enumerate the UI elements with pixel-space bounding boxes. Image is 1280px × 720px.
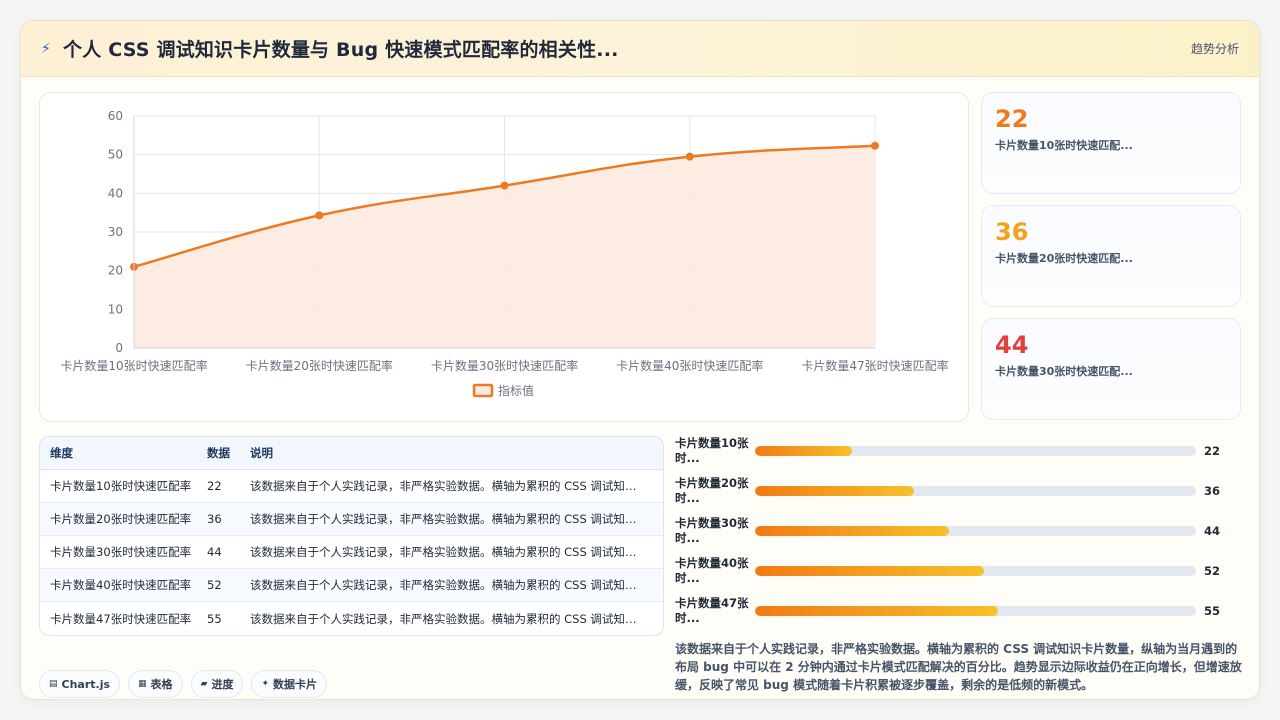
page-title: 个人 CSS 调试知识卡片数量与 Bug 快速模式匹配率的相关性... [63, 39, 619, 61]
chart-icon: ▤ [49, 679, 58, 689]
x-tick-label: 卡片数量20张时快速匹配率 [246, 358, 393, 373]
legend-label: 指标值 [498, 383, 534, 398]
stat-card: 44 卡片数量30张时快速匹配... [981, 318, 1241, 420]
y-tick-label: 0 [115, 341, 123, 355]
progress-track [755, 486, 1196, 496]
progress-fill [755, 486, 914, 496]
progress-fill [755, 446, 853, 456]
sparkle-icon: ✦ [261, 679, 270, 689]
tag-folder[interactable]: ▰ 进度 [190, 670, 244, 698]
stat-label: 卡片数量20张时快速匹配... [995, 252, 1133, 265]
progress-label: 卡片数量30张时... [675, 516, 749, 545]
tag-label: 进度 [211, 678, 234, 691]
stat-value: 22 [995, 105, 1029, 133]
progress-label: 卡片数量40张时... [675, 556, 749, 585]
table-cell-note: 该数据来自于个人实践记录，非严格实验数据。横轴为累积的 CSS 调试知识卡片数量… [250, 545, 663, 559]
table-cell-note: 该数据来自于个人实践记录，非严格实验数据。横轴为累积的 CSS 调试知识卡片数量… [250, 611, 663, 626]
y-tick-label: 20 [108, 264, 123, 278]
y-tick-label: 30 [108, 225, 123, 239]
tag-sparkle[interactable]: ✦ 数据卡片 [251, 670, 328, 698]
tag-chart[interactable]: ▤ Chart.js [39, 670, 121, 698]
tag-label: Chart.js [61, 677, 111, 691]
stat-label: 卡片数量10张时快速匹配... [995, 139, 1133, 152]
progress-fill [755, 566, 985, 576]
data-point [315, 211, 324, 220]
stat-card: 22 卡片数量10张时快速匹配... [981, 92, 1241, 194]
tag-list: ▤ Chart.js ▦ 表格 ▰ 进度 ✦ 数据卡片 [39, 670, 328, 698]
tag-label: 表格 [150, 678, 173, 691]
y-tick-label: 10 [108, 302, 123, 316]
progress-track [755, 446, 1196, 456]
progress-track [755, 566, 1196, 576]
progress-value: 55 [1204, 604, 1221, 618]
stat-label: 卡片数量30张时快速匹配... [995, 365, 1133, 378]
y-tick-label: 60 [108, 109, 123, 123]
table-cell-note: 该数据来自于个人实践记录，非严格实验数据。横轴为累积的 CSS 调试知识卡片数量… [250, 512, 663, 526]
table-cell-value: 55 [207, 611, 222, 626]
stat-value: 44 [995, 331, 1029, 359]
stat-card: 36 卡片数量20张时快速匹配... [981, 205, 1241, 307]
title-wrap: ⚡ 个人 CSS 调试知识卡片数量与 Bug 快速模式匹配率的相关性... [41, 35, 619, 62]
table-header-note: 说明 [250, 446, 273, 460]
progress-list: 卡片数量10张时... 22 卡片数量20张时... 36 卡片数量30张时... 44 卡… [675, 436, 1245, 636]
table-row: 卡片数量20张时快速匹配率 36 该数据来自于个人实践记录，非严格实验数据。横轴为累… [40, 503, 663, 536]
progress-value: 22 [1204, 444, 1221, 458]
data-point [500, 181, 509, 190]
progress-label: 卡片数量47张时... [675, 596, 749, 625]
chart-card: 0 10 20 30 40 50 60 卡片数量10张时快速匹配率 卡片数量20张时快速匹配率 卡… [39, 92, 969, 422]
progress-row: 卡片数量40张时... 52 [675, 556, 1245, 596]
table-header-dimension: 维度 [50, 446, 73, 460]
stat-value: 36 [995, 218, 1029, 246]
progress-value: 44 [1204, 524, 1221, 538]
description-text: 该数据来自于个人实践记录，非严格实验数据。横轴为累积的 CSS 调试知识卡片数量… [675, 642, 1242, 692]
table-row: 卡片数量10张时快速匹配率 22 该数据来自于个人实践记录，非严格实验数据。横轴为累… [40, 470, 663, 503]
x-tick-label: 卡片数量10张时快速匹配率 [60, 358, 207, 373]
progress-row: 卡片数量47张时... 55 [675, 596, 1245, 636]
table-cell-dimension: 卡片数量40张时快速匹配率 [50, 578, 192, 592]
data-point [871, 141, 879, 150]
table-cell-dimension: 卡片数量47张时快速匹配率 [50, 611, 192, 626]
table-cell-value: 52 [207, 578, 222, 592]
progress-row: 卡片数量20张时... 36 [675, 476, 1245, 516]
progress-fill [755, 606, 998, 616]
y-tick-label: 40 [108, 186, 123, 200]
progress-fill [755, 526, 950, 536]
progress-track [755, 606, 1196, 616]
table-header-value: 数据 [207, 446, 230, 460]
progress-label: 卡片数量10张时... [675, 436, 749, 465]
table-cell-value: 36 [207, 512, 222, 526]
lightning-icon: ⚡ [41, 40, 51, 57]
folder-icon: ▰ [200, 679, 208, 689]
header: ⚡ 个人 CSS 调试知识卡片数量与 Bug 快速模式匹配率的相关性... 趋势… [21, 21, 1259, 77]
table-cell-dimension: 卡片数量20张时快速匹配率 [50, 512, 192, 526]
tag-table[interactable]: ▦ 表格 [128, 670, 183, 698]
data-point [685, 152, 694, 161]
legend-swatch [472, 383, 494, 398]
table-cell-value: 22 [207, 479, 222, 493]
table-cell-dimension: 卡片数量30张时快速匹配率 [50, 545, 192, 559]
progress-row: 卡片数量30张时... 44 [675, 516, 1245, 556]
table-cell-note: 该数据来自于个人实践记录，非严格实验数据。横轴为累积的 CSS 调试知识卡片数量… [250, 479, 663, 493]
progress-row: 卡片数量10张时... 22 [675, 436, 1245, 476]
y-tick-label: 50 [108, 148, 123, 162]
x-tick-label: 卡片数量40张时快速匹配率 [616, 358, 763, 373]
progress-value: 36 [1204, 484, 1221, 498]
table-cell-dimension: 卡片数量10张时快速匹配率 [50, 479, 192, 493]
table-row: 卡片数量47张时快速匹配率 55 该数据来自于个人实践记录，非严格实验数据。横轴为累… [40, 602, 663, 635]
x-tick-label: 卡片数量47张时快速匹配率 [801, 358, 948, 373]
table-row: 卡片数量40张时快速匹配率 52 该数据来自于个人实践记录，非严格实验数据。横轴为累… [40, 569, 663, 602]
table-header-row: 维度 数据 说明 [40, 437, 663, 470]
progress-track [755, 526, 1196, 536]
table-cell-note: 该数据来自于个人实践记录，非严格实验数据。横轴为累积的 CSS 调试知识卡片数量… [250, 578, 663, 592]
table-icon: ▦ [138, 679, 147, 689]
progress-value: 52 [1204, 564, 1221, 578]
data-table: 维度 数据 说明 卡片数量10张时快速匹配率 22 该数据来自于个人实践记录，非严格… [39, 436, 664, 636]
table-row: 卡片数量30张时快速匹配率 44 该数据来自于个人实践记录，非严格实验数据。横轴为累… [40, 536, 663, 569]
table-cell-value: 44 [207, 545, 222, 559]
progress-label: 卡片数量20张时... [675, 476, 749, 505]
tag-label: 数据卡片 [273, 678, 318, 691]
x-tick-label: 卡片数量30张时快速匹配率 [431, 358, 578, 373]
trend-analysis-label[interactable]: 趋势分析 [1191, 40, 1239, 57]
line-chart: 0 10 20 30 40 50 60 卡片数量10张时快速匹配率 卡片数量20张时快速匹配率 卡… [60, 109, 948, 398]
